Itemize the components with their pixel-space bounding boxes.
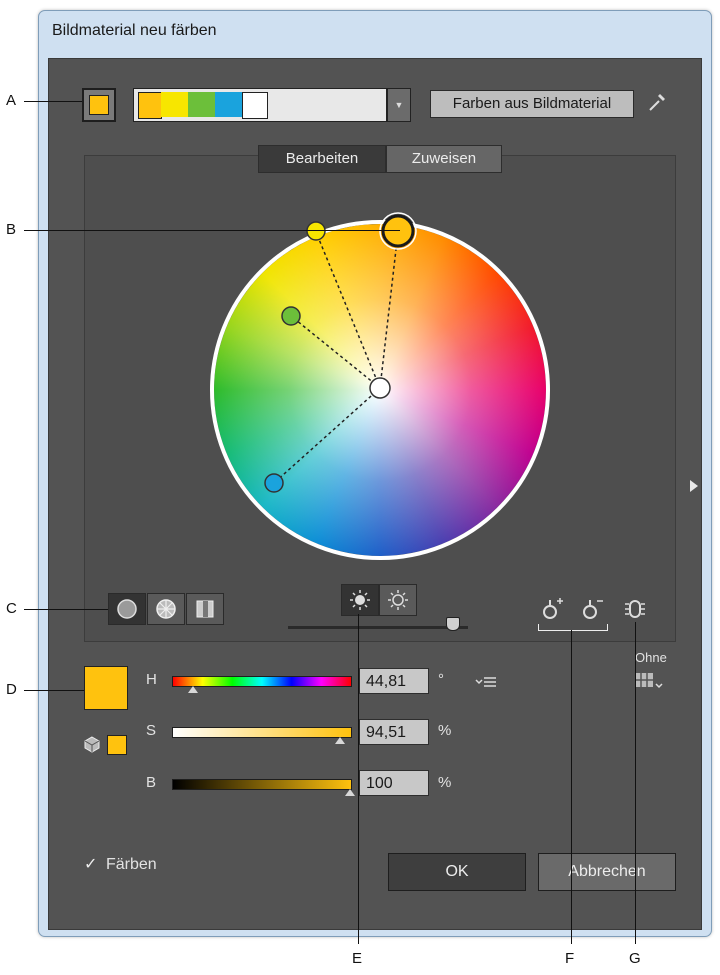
- callout-a-line: [24, 101, 82, 102]
- brightness-value-slider-thumb[interactable]: [345, 789, 355, 796]
- palette-swatch-4[interactable]: [215, 92, 242, 117]
- hue-slider[interactable]: [172, 676, 352, 687]
- hue-label: H: [146, 671, 157, 688]
- segmented-wheel-icon: [156, 599, 176, 619]
- segmented-wheel-button[interactable]: [147, 593, 185, 625]
- limit-label: Ohne: [635, 650, 667, 665]
- brightness-input[interactable]: 100: [359, 770, 429, 796]
- base-color-fill: [89, 95, 109, 115]
- callout-c-line: [24, 609, 108, 610]
- base-color-marker[interactable]: [381, 214, 415, 248]
- remove-color-tool-icon[interactable]: [580, 596, 606, 622]
- recolor-checkbox-label[interactable]: Färben: [106, 856, 157, 874]
- saturation-unit: %: [438, 722, 452, 739]
- palette-swatch-1[interactable]: [138, 92, 162, 119]
- yellow-color-marker[interactable]: [306, 221, 326, 241]
- blue-color-marker[interactable]: [264, 473, 284, 493]
- current-color-swatch[interactable]: [84, 666, 128, 710]
- saturation-input[interactable]: 94,51: [359, 719, 429, 745]
- limit-grid-icon[interactable]: [634, 670, 664, 692]
- palette-swatch-5[interactable]: [242, 92, 268, 119]
- callout-b: B: [6, 221, 17, 238]
- saturation-slider[interactable]: [172, 727, 352, 738]
- ok-button[interactable]: OK: [388, 853, 526, 891]
- saturation-slider-thumb[interactable]: [335, 737, 346, 744]
- callout-g: G: [629, 950, 641, 967]
- hue-slider-thumb[interactable]: [188, 686, 199, 693]
- cancel-button[interactable]: Abbrechen: [538, 853, 676, 891]
- eyedropper-icon[interactable]: [646, 90, 668, 114]
- callout-d-line: [24, 690, 84, 691]
- chevron-right-icon[interactable]: [690, 480, 698, 492]
- callout-f-line: [571, 630, 572, 944]
- callout-f: F: [565, 950, 575, 967]
- smooth-wheel-icon: [117, 599, 137, 619]
- brightness-unit: %: [438, 774, 452, 791]
- brightness-slider[interactable]: [288, 626, 468, 629]
- saturation-icon: [388, 590, 408, 610]
- 3d-cube-icon[interactable]: [82, 734, 102, 754]
- palette-swatch-3[interactable]: [188, 92, 215, 117]
- base-color-swatch[interactable]: [82, 88, 116, 122]
- color-bars-icon: [196, 600, 214, 618]
- colors-from-artwork-button[interactable]: Farben aus Bildmaterial: [430, 90, 634, 118]
- tab-edit[interactable]: Bearbeiten: [258, 145, 386, 173]
- white-color-marker[interactable]: [369, 377, 391, 399]
- show-saturation-button[interactable]: [379, 584, 417, 616]
- brightness-value-slider[interactable]: [172, 779, 352, 790]
- recolor-checkbox[interactable]: ✓: [84, 857, 100, 873]
- callout-g-line: [635, 622, 636, 944]
- callout-e-line: [358, 614, 359, 944]
- saturation-label: S: [146, 722, 157, 739]
- smooth-wheel-button[interactable]: [108, 593, 146, 625]
- gamut-color-swatch[interactable]: [107, 735, 127, 755]
- tools-bracket: [538, 624, 608, 631]
- window-title: Bildmaterial neu färben: [52, 22, 217, 39]
- callout-b-line: [24, 230, 400, 231]
- color-bars-button[interactable]: [186, 593, 224, 625]
- menu-icon[interactable]: [474, 674, 498, 690]
- brightness-icon: [350, 590, 370, 610]
- callout-c: C: [6, 600, 17, 617]
- tab-assign[interactable]: Zuweisen: [386, 145, 502, 173]
- brightness-label: B: [146, 774, 157, 791]
- callout-e: E: [352, 950, 363, 967]
- green-color-marker[interactable]: [281, 306, 301, 326]
- palette-dropdown-button[interactable]: ▼: [387, 88, 411, 122]
- color-wheel[interactable]: [190, 200, 570, 580]
- color-group-palette[interactable]: [133, 88, 387, 122]
- brightness-slider-thumb[interactable]: [446, 617, 460, 631]
- add-color-tool-icon[interactable]: [540, 596, 566, 622]
- hue-unit: °: [438, 671, 444, 688]
- callout-d: D: [6, 681, 17, 698]
- link-harmony-icon[interactable]: [622, 596, 648, 622]
- show-brightness-button[interactable]: [341, 584, 379, 616]
- palette-swatch-2[interactable]: [161, 92, 188, 117]
- callout-a: A: [6, 92, 17, 109]
- hue-input[interactable]: 44,81: [359, 668, 429, 694]
